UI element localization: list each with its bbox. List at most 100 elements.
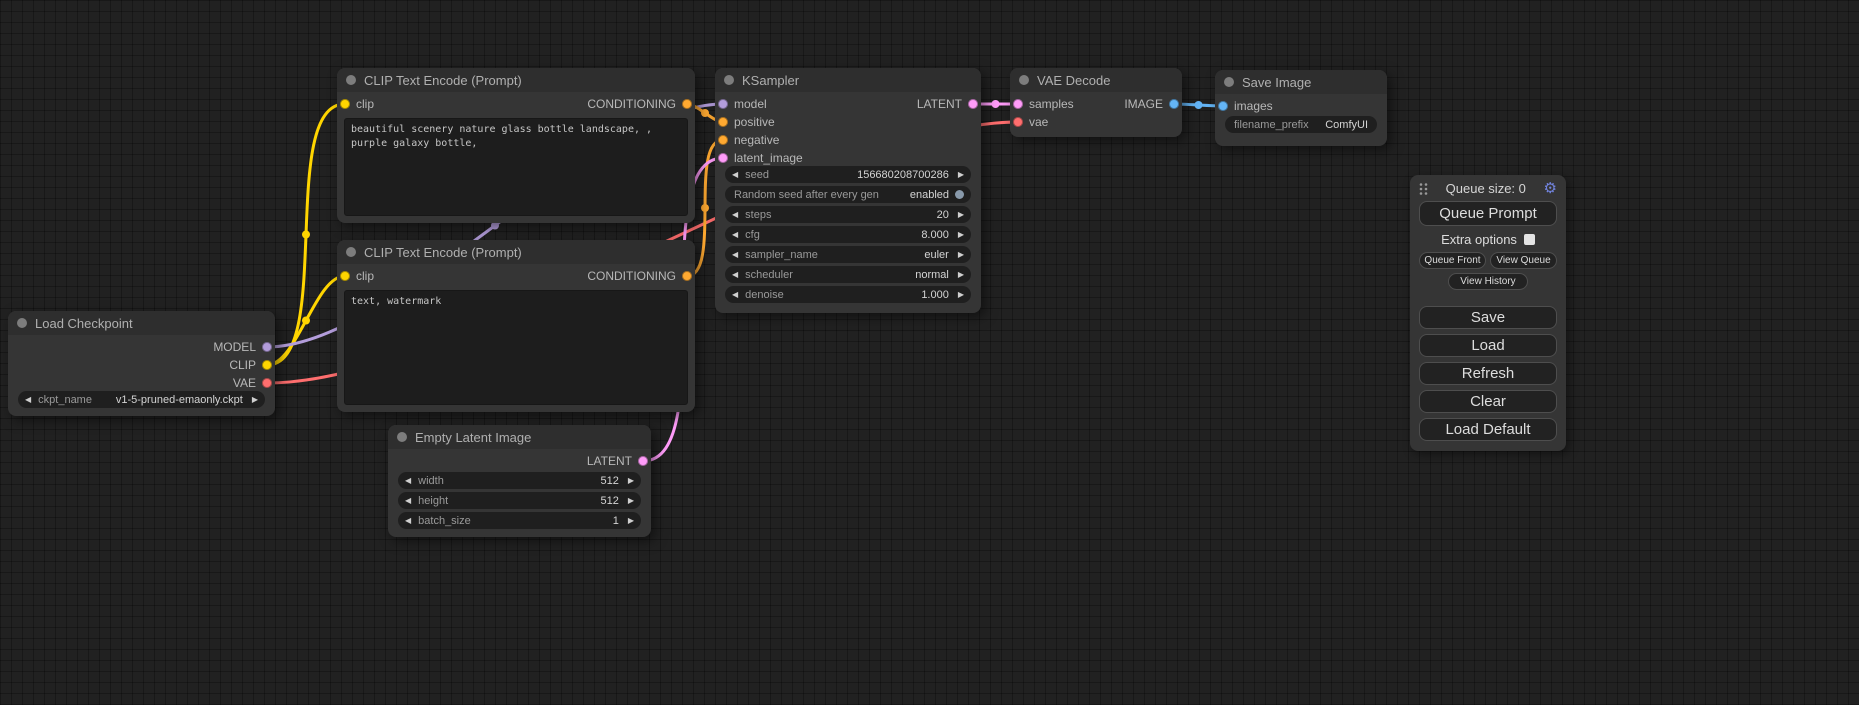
input-slot-samples[interactable]: samples — [1013, 95, 1074, 113]
slot-dot-clip[interactable] — [340, 99, 350, 109]
output-slot-latent[interactable]: LATENT — [917, 95, 978, 113]
arrow-left-icon[interactable]: ◀ — [405, 497, 411, 505]
widget-height[interactable]: ◀ height 512 ▶ — [398, 492, 641, 509]
arrow-right-icon[interactable]: ▶ — [252, 396, 258, 404]
slot-dot-latent[interactable] — [968, 99, 978, 109]
clear-button[interactable]: Clear — [1419, 390, 1557, 413]
slot-dot-vae[interactable] — [1013, 117, 1023, 127]
slot-dot-latent[interactable] — [638, 456, 648, 466]
node-title-bar[interactable]: Load Checkpoint — [8, 311, 275, 335]
node-title-bar[interactable]: CLIP Text Encode (Prompt) — [337, 240, 695, 264]
arrow-left-icon[interactable]: ◀ — [405, 477, 411, 485]
collapse-dot-icon[interactable] — [1224, 77, 1234, 87]
widget-seed[interactable]: ◀ seed 156680208700286 ▶ — [725, 166, 971, 183]
collapse-dot-icon[interactable] — [724, 75, 734, 85]
slot-dot-clip[interactable] — [340, 271, 350, 281]
view-history-button[interactable]: View History — [1448, 273, 1528, 290]
load-default-button[interactable]: Load Default — [1419, 418, 1557, 441]
slot-dot-conditioning[interactable] — [682, 99, 692, 109]
node-load-checkpoint[interactable]: Load Checkpoint MODEL CLIP VAE ◀ ckpt_na… — [8, 311, 275, 416]
widget-scheduler[interactable]: ◀ scheduler normal ▶ — [725, 266, 971, 283]
node-title-bar[interactable]: Save Image — [1215, 70, 1387, 94]
slot-dot-image[interactable] — [1169, 99, 1179, 109]
gear-icon[interactable]: ⚙ — [1544, 181, 1557, 196]
collapse-dot-icon[interactable] — [17, 318, 27, 328]
arrow-right-icon[interactable]: ▶ — [628, 477, 634, 485]
arrow-right-icon[interactable]: ▶ — [958, 211, 964, 219]
arrow-right-icon[interactable]: ▶ — [958, 171, 964, 179]
toggle-dot-icon[interactable] — [955, 190, 964, 199]
arrow-right-icon[interactable]: ▶ — [958, 251, 964, 259]
slot-dot-model[interactable] — [718, 99, 728, 109]
arrow-right-icon[interactable]: ▶ — [958, 291, 964, 299]
widget-ckpt-name[interactable]: ◀ ckpt_name v1-5-pruned-emaonly.ckpt ▶ — [18, 391, 265, 408]
arrow-right-icon[interactable]: ▶ — [628, 497, 634, 505]
prompt-textarea[interactable]: text, watermark — [344, 290, 688, 405]
node-clip-text-encode-positive[interactable]: CLIP Text Encode (Prompt) clip CONDITION… — [337, 68, 695, 223]
extra-options-checkbox[interactable] — [1524, 234, 1535, 245]
slot-dot-model[interactable] — [262, 342, 272, 352]
output-slot-clip[interactable]: CLIP — [229, 356, 272, 374]
arrow-right-icon[interactable]: ▶ — [628, 517, 634, 525]
collapse-dot-icon[interactable] — [1019, 75, 1029, 85]
widget-sampler-name[interactable]: ◀ sampler_name euler ▶ — [725, 246, 971, 263]
slot-dot-conditioning[interactable] — [718, 117, 728, 127]
slot-dot-latent[interactable] — [718, 153, 728, 163]
widget-filename-prefix[interactable]: filename_prefix ComfyUI — [1225, 116, 1377, 133]
collapse-dot-icon[interactable] — [346, 247, 356, 257]
collapse-dot-icon[interactable] — [397, 432, 407, 442]
arrow-left-icon[interactable]: ◀ — [732, 271, 738, 279]
node-clip-text-encode-negative[interactable]: CLIP Text Encode (Prompt) clip CONDITION… — [337, 240, 695, 412]
node-title-bar[interactable]: KSampler — [715, 68, 981, 92]
arrow-right-icon[interactable]: ▶ — [958, 271, 964, 279]
drag-handle-icon[interactable] — [1419, 182, 1428, 196]
save-button[interactable]: Save — [1419, 306, 1557, 329]
widget-random-seed-toggle[interactable]: Random seed after every gen enabled — [725, 186, 971, 203]
input-slot-latent-image[interactable]: latent_image — [718, 149, 803, 167]
view-queue-button[interactable]: View Queue — [1490, 252, 1557, 269]
queue-prompt-button[interactable]: Queue Prompt — [1419, 201, 1557, 226]
input-slot-positive[interactable]: positive — [718, 113, 775, 131]
output-slot-conditioning[interactable]: CONDITIONING — [587, 267, 692, 285]
arrow-left-icon[interactable]: ◀ — [25, 396, 31, 404]
input-slot-vae[interactable]: vae — [1013, 113, 1048, 131]
arrow-right-icon[interactable]: ▶ — [958, 231, 964, 239]
node-title-bar[interactable]: Empty Latent Image — [388, 425, 651, 449]
arrow-left-icon[interactable]: ◀ — [732, 251, 738, 259]
refresh-button[interactable]: Refresh — [1419, 362, 1557, 385]
load-button[interactable]: Load — [1419, 334, 1557, 357]
widget-cfg[interactable]: ◀ cfg 8.000 ▶ — [725, 226, 971, 243]
node-ksampler[interactable]: KSampler model positive negative latent_… — [715, 68, 981, 313]
output-slot-model[interactable]: MODEL — [213, 338, 272, 356]
input-slot-images[interactable]: images — [1218, 97, 1273, 115]
output-slot-conditioning[interactable]: CONDITIONING — [587, 95, 692, 113]
prompt-textarea[interactable]: beautiful scenery nature glass bottle la… — [344, 118, 688, 216]
node-title-bar[interactable]: CLIP Text Encode (Prompt) — [337, 68, 695, 92]
widget-width[interactable]: ◀ width 512 ▶ — [398, 472, 641, 489]
arrow-left-icon[interactable]: ◀ — [405, 517, 411, 525]
arrow-left-icon[interactable]: ◀ — [732, 211, 738, 219]
widget-batch-size[interactable]: ◀ batch_size 1 ▶ — [398, 512, 641, 529]
input-slot-model[interactable]: model — [718, 95, 767, 113]
collapse-dot-icon[interactable] — [346, 75, 356, 85]
slot-dot-conditioning[interactable] — [682, 271, 692, 281]
node-save-image[interactable]: Save Image images filename_prefix ComfyU… — [1215, 70, 1387, 146]
arrow-left-icon[interactable]: ◀ — [732, 231, 738, 239]
arrow-left-icon[interactable]: ◀ — [732, 291, 738, 299]
input-slot-clip[interactable]: clip — [340, 95, 374, 113]
widget-denoise[interactable]: ◀ denoise 1.000 ▶ — [725, 286, 971, 303]
slot-dot-vae[interactable] — [262, 378, 272, 388]
slot-dot-clip[interactable] — [262, 360, 272, 370]
widget-steps[interactable]: ◀ steps 20 ▶ — [725, 206, 971, 223]
input-slot-clip[interactable]: clip — [340, 267, 374, 285]
queue-front-button[interactable]: Queue Front — [1419, 252, 1486, 269]
output-slot-vae[interactable]: VAE — [233, 374, 272, 392]
slot-dot-image[interactable] — [1218, 101, 1228, 111]
slot-dot-conditioning[interactable] — [718, 135, 728, 145]
node-vae-decode[interactable]: VAE Decode samples vae IMAGE — [1010, 68, 1182, 137]
node-empty-latent-image[interactable]: Empty Latent Image LATENT ◀ width 512 ▶ … — [388, 425, 651, 537]
graph-canvas[interactable]: Load Checkpoint MODEL CLIP VAE ◀ ckpt_na… — [0, 0, 1859, 705]
arrow-left-icon[interactable]: ◀ — [732, 171, 738, 179]
output-slot-image[interactable]: IMAGE — [1124, 95, 1179, 113]
node-title-bar[interactable]: VAE Decode — [1010, 68, 1182, 92]
